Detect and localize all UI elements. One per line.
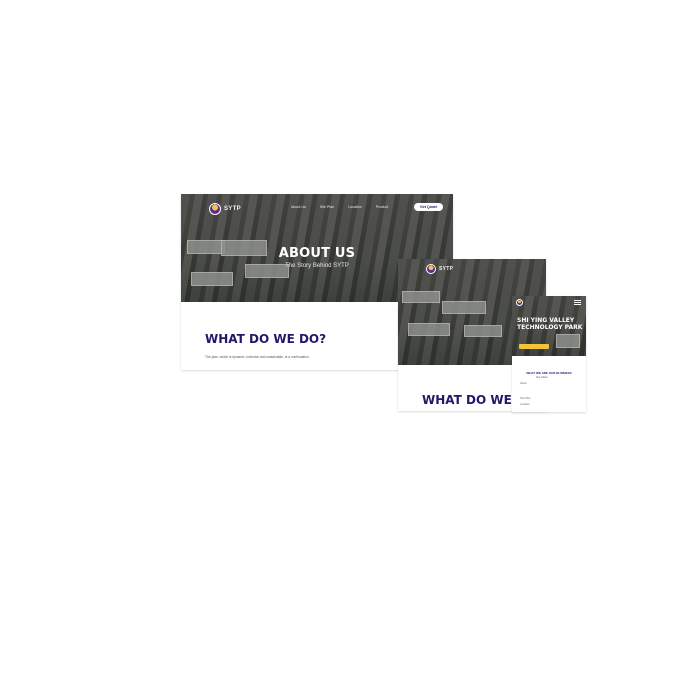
nav-link-about-us[interactable]: About Us [291,205,306,209]
hamburger-menu-icon[interactable] [574,300,581,305]
nav-links: About Us Site Plan Location Product [291,205,388,209]
building-image [408,323,450,336]
brand-logo[interactable] [516,299,523,306]
section-heading: WHAT DO WE [422,393,512,407]
nav-link-site-plan[interactable]: Site Plan [320,205,334,209]
logo-icon [209,203,221,215]
phone-mockup: SHI YING VALLEY TECHNOLOGY PARK WHAT WE … [512,296,586,412]
section-body: The plan, which is dynamic, inclusive an… [205,355,309,359]
building-image [402,291,440,303]
list-item[interactable]: Location [520,403,530,406]
hero-cta-button[interactable] [519,344,549,349]
brand-logo[interactable]: SYTP [426,264,453,274]
hero-title: SHI YING VALLEY TECHNOLOGY PARK [517,317,583,331]
nav-link-location[interactable]: Location [348,205,362,209]
section-heading: WHAT WE ARE OUR BUSINESS [526,371,572,375]
logo-text: SYTP [224,206,241,212]
building-image [191,272,233,286]
building-image [464,325,502,337]
tagline: Our vision [536,376,548,379]
building-image [442,301,486,314]
hero-banner: SHI YING VALLEY TECHNOLOGY PARK [512,296,586,356]
section-heading: WHAT DO WE DO? [205,332,327,346]
list-item[interactable]: About [520,382,527,385]
nav-link-product[interactable]: Product [376,205,388,209]
list-item[interactable]: Site Plan [520,397,530,400]
logo-icon [516,299,523,306]
logo-icon [426,264,436,274]
building-image [556,334,580,348]
top-navigation: SYTP About Us Site Plan Location Product… [181,194,453,220]
logo-text: SYTP [439,266,454,272]
brand-logo[interactable]: SYTP [209,203,241,215]
get-quote-button[interactable]: Get Quote [414,203,444,211]
